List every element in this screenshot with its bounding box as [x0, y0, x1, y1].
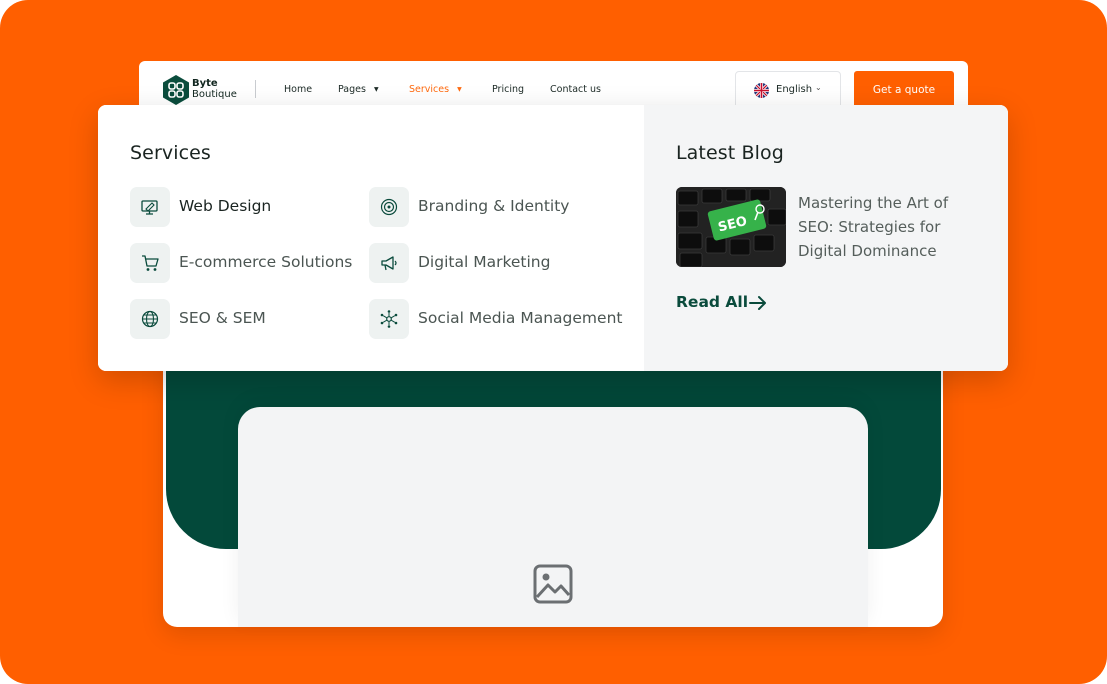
language-label: English [776, 84, 813, 95]
blog-panel: Latest Blog SEO Mastering the Art of SEO… [644, 105, 1008, 371]
nav-contact-label: Contact us [550, 84, 601, 95]
cart-icon [130, 243, 170, 283]
web-design-icon [130, 187, 170, 227]
brand-name[interactable]: Byte Boutique [192, 78, 237, 100]
branding-icon [369, 187, 409, 227]
brand-name-line2: Boutique [192, 89, 237, 100]
service-seo-sem[interactable]: SEO & SEM [130, 299, 330, 339]
nav-contact[interactable]: Contact us [550, 84, 601, 95]
blog-thumbnail[interactable]: SEO [676, 187, 786, 267]
arrow-right-icon[interactable] [748, 293, 768, 313]
service-ecommerce[interactable]: E-commerce Solutions [130, 243, 360, 283]
service-label: SEO & SEM [179, 309, 266, 327]
service-label: E-commerce Solutions [179, 253, 353, 271]
caret-down-icon: ▼ [373, 86, 379, 93]
latest-blog-heading: Latest Blog [676, 142, 784, 164]
service-label: Web Design [179, 197, 272, 215]
nav-home[interactable]: Home [284, 84, 312, 95]
service-web-design[interactable]: Web Design [130, 187, 350, 227]
service-label: Social Media Management [418, 309, 623, 327]
logo-icon[interactable] [162, 75, 190, 105]
nav-pages-label: Pages [338, 84, 366, 95]
service-label: Branding & Identity [418, 197, 570, 215]
network-icon [369, 299, 409, 339]
caret-down-icon: ▼ [457, 86, 462, 93]
image-placeholder-icon [533, 564, 573, 604]
services-heading: Services [130, 142, 211, 164]
blog-post-title[interactable]: Mastering the Art of SEO: Strategies for… [798, 191, 988, 263]
megaphone-icon [369, 243, 409, 283]
read-all-link[interactable]: Read All [676, 293, 748, 311]
nav-services[interactable]: Services ▼ [409, 84, 462, 95]
nav-pricing-label: Pricing [492, 84, 525, 95]
globe-icon [130, 299, 170, 339]
header-divider [255, 80, 256, 98]
services-mega-menu: Services Web Design Branding & Identity [98, 105, 1008, 371]
seo-keyboard-image: SEO [676, 187, 786, 267]
service-branding[interactable]: Branding & Identity [369, 187, 609, 227]
nav-services-label: Services [409, 84, 450, 95]
uk-flag-icon [754, 83, 769, 98]
nav-home-label: Home [284, 84, 313, 95]
language-selector[interactable]: English ⌄ [735, 71, 841, 109]
chevron-down-icon: ⌄ [815, 83, 822, 92]
services-panel: Services Web Design Branding & Identity [98, 105, 644, 371]
orange-backdrop: Byte Boutique Home Pages ▼ Services ▼ Pric… [0, 0, 1107, 684]
nav-pricing[interactable]: Pricing [492, 84, 524, 95]
service-digital-marketing[interactable]: Digital Marketing [369, 243, 609, 283]
service-social-media[interactable]: Social Media Management [369, 299, 629, 339]
nav-pages[interactable]: Pages ▼ [338, 84, 379, 95]
get-quote-button[interactable]: Get a quote [854, 71, 954, 109]
brand-name-line1: Byte [192, 78, 218, 89]
service-label: Digital Marketing [418, 253, 551, 271]
